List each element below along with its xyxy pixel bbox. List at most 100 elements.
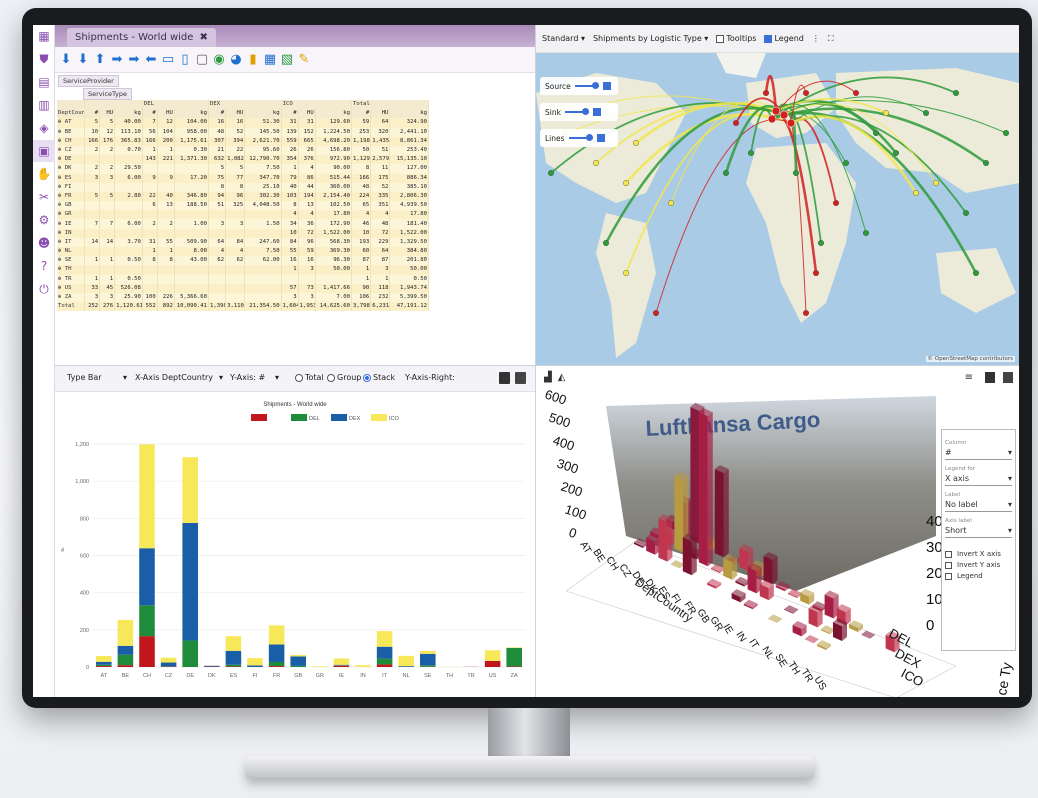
bar-3d[interactable]	[690, 406, 700, 544]
bar-segment[interactable]	[96, 661, 112, 665]
bar-segment[interactable]	[182, 457, 198, 523]
pivot-row[interactable]: ⊕ GR 4 4 17.80 4 4 17.80	[57, 210, 429, 220]
pivot-row-label[interactable]: ⊕ DE	[57, 155, 86, 165]
pivot-row[interactable]: ⊕ AT 5 5 40.00 7 12 104.00 16 16 51.30 31 31 129.60 5…	[57, 118, 429, 128]
edit-icon[interactable]: ✎	[297, 52, 311, 68]
pivot-column-header[interactable]: DeptCountry	[57, 109, 86, 119]
bar-segment[interactable]	[420, 650, 436, 654]
tab-shipments[interactable]: Shipments - World wide ✖	[67, 28, 216, 47]
bar-segment[interactable]	[290, 656, 306, 666]
pivot-column-header[interactable]: #	[142, 109, 158, 119]
serviceprovider-chip[interactable]: ServiceProvider	[58, 74, 119, 87]
map-canvas[interactable]: Source Sink Lines © OpenStreetMap contri…	[536, 53, 1019, 365]
pivot-row[interactable]: ⊕ TR 1 1 0.50 1 1 0.50	[57, 274, 429, 284]
arrow-right-alt-icon[interactable]: ➡	[127, 52, 141, 68]
pivot-column-header[interactable]: kg	[244, 109, 282, 119]
chart-type-select[interactable]: Type Bar	[67, 373, 102, 382]
label-select[interactable]: No label ▾	[945, 498, 1012, 512]
bar-segment[interactable]	[225, 650, 242, 665]
pivot-column-header[interactable]: HU	[157, 109, 175, 119]
column-select[interactable]: # ▾	[945, 446, 1012, 460]
bar-segment[interactable]	[355, 665, 371, 667]
pivot-row[interactable]: ⊕ TH 1 3 50.00 1 3 50.00	[57, 265, 429, 275]
bar-segment[interactable]	[420, 653, 436, 666]
area-mode-icon[interactable]: ◭	[558, 372, 566, 383]
invert-y-checkbox[interactable]: Invert Y axis	[945, 561, 1012, 569]
pivot-column-header[interactable]: HU	[99, 109, 116, 119]
bar-segment[interactable]	[268, 661, 285, 667]
axis-label-select[interactable]: Short ▾	[945, 524, 1012, 538]
bar-3d[interactable]	[714, 469, 724, 558]
bar-segment[interactable]	[506, 666, 522, 667]
bar-segment[interactable]	[506, 647, 522, 648]
stack-radio[interactable]: Stack	[363, 373, 395, 382]
sink-dot[interactable]	[893, 149, 900, 156]
table-rows-icon[interactable]: ▢	[195, 52, 209, 68]
sink-dot[interactable]	[803, 310, 810, 317]
source-slider[interactable]	[574, 82, 599, 89]
pivot-row-label[interactable]: ⊕ IT	[57, 237, 86, 247]
table-columns-icon[interactable]: ▯	[178, 52, 192, 68]
pivot-row-label[interactable]: ⊕ GR	[57, 210, 86, 220]
pivot-row[interactable]: ⊕ ZA 3 3 25.90 100 226 5,366.60 3 3 7.00 106 232 5,3…	[57, 292, 429, 303]
stack-radio-dot[interactable]	[363, 373, 371, 382]
lines-check[interactable]	[596, 134, 605, 142]
truck-icon[interactable]: ▣	[33, 140, 55, 162]
tooltips-checkbox[interactable]: Tooltips	[716, 34, 756, 43]
bar-segment[interactable]	[117, 665, 134, 667]
bar-segment[interactable]	[484, 650, 501, 661]
bar-segment[interactable]	[268, 625, 285, 645]
power-icon[interactable]: ⏻	[33, 278, 55, 300]
pivot-row-label[interactable]: ⊕ TH	[57, 265, 86, 275]
pivot-row[interactable]: ⊕ BE 10 12 113.10 56 104 958.00 48 52 145.50 139 15…	[57, 127, 429, 137]
source-dot[interactable]	[771, 106, 781, 116]
total-radio-dot[interactable]	[295, 373, 303, 382]
lines-slider[interactable]	[568, 134, 593, 141]
pivot-row[interactable]: ⊕ SE 1 1 0.50 8 8 43.00 62 62 62.00 16 16 96.30 87 87 2…	[57, 256, 429, 266]
bar-segment[interactable]	[225, 664, 242, 667]
legend-3d-check[interactable]	[945, 572, 952, 580]
bar-segment[interactable]	[182, 522, 198, 641]
servicetype-chip[interactable]: ServiceType	[83, 87, 132, 100]
map-more-icon[interactable]: ⋮	[812, 34, 820, 43]
bar-segment[interactable]	[376, 664, 393, 667]
bar-segment[interactable]	[268, 666, 285, 667]
sink-dot[interactable]	[747, 149, 754, 156]
pivot-row-label[interactable]: ⊕ SE	[57, 256, 86, 266]
pivot-row-label[interactable]: ⊕ TR	[57, 274, 86, 284]
pivot-row[interactable]: ⊕ GB 6 13 188.50 51 325 4,048.50 8 13 102.50 65 351…	[57, 201, 429, 211]
bar-3d[interactable]	[824, 594, 834, 619]
sink-dot[interactable]	[818, 239, 825, 246]
sink-dot[interactable]	[793, 169, 800, 176]
sink-dot[interactable]	[803, 90, 810, 97]
bar-3d[interactable]	[658, 518, 668, 562]
sink-dot[interactable]	[843, 159, 850, 166]
pivot-row[interactable]: ⊕ CZ 2 2 0.70 1 1 0.30 21 22 95.60 26 26 156.80 50 51 2…	[57, 145, 429, 156]
pivot-row[interactable]: ⊕ IN 10 72 1,522.00 10 72 1,522.00	[57, 228, 429, 238]
export-excel-icon[interactable]: ▧	[280, 52, 294, 68]
invert-x-checkbox[interactable]: Invert X axis	[945, 550, 1012, 558]
bar-3d[interactable]	[747, 567, 757, 594]
pivot-row-label[interactable]: ⊕ NL	[57, 247, 86, 257]
bar-3d[interactable]	[763, 555, 773, 585]
pivot-row[interactable]: ⊕ CH 166 176 365.83 166 200 1,175.61 307 394 2,62…	[57, 136, 429, 146]
bar-segment[interactable]	[96, 664, 112, 667]
source-control[interactable]: Source	[540, 77, 618, 95]
sink-check[interactable]	[592, 108, 601, 116]
bar-segment[interactable]	[398, 655, 414, 667]
arrow-left-icon[interactable]: ⬅	[144, 52, 158, 68]
chart-3d-icon[interactable]: ▦	[263, 52, 277, 68]
map-view-select[interactable]: Standard ▾	[542, 34, 585, 43]
map-attribution[interactable]: © OpenStreetMap contributors	[925, 356, 1015, 362]
pivot-row[interactable]: ⊕ NL 1 1 8.00 4 4 7.50 55 59 369.30 60 64 384.80	[57, 247, 429, 257]
bar-segment[interactable]	[139, 548, 155, 606]
pivot-row-label[interactable]: ⊕ IE	[57, 219, 86, 229]
sink-dot[interactable]	[953, 90, 960, 97]
pivot-row-label[interactable]: ⊕ CZ	[57, 145, 86, 156]
sink-dot[interactable]	[853, 90, 860, 97]
pivot-row-label[interactable]: ⊕ DK	[57, 164, 86, 174]
sink-dot[interactable]	[732, 119, 739, 126]
map-layer-select[interactable]: Shipments by Logistic Type ▾	[593, 34, 708, 43]
legend-swatch[interactable]	[371, 414, 387, 421]
bar-segment[interactable]	[225, 666, 242, 667]
